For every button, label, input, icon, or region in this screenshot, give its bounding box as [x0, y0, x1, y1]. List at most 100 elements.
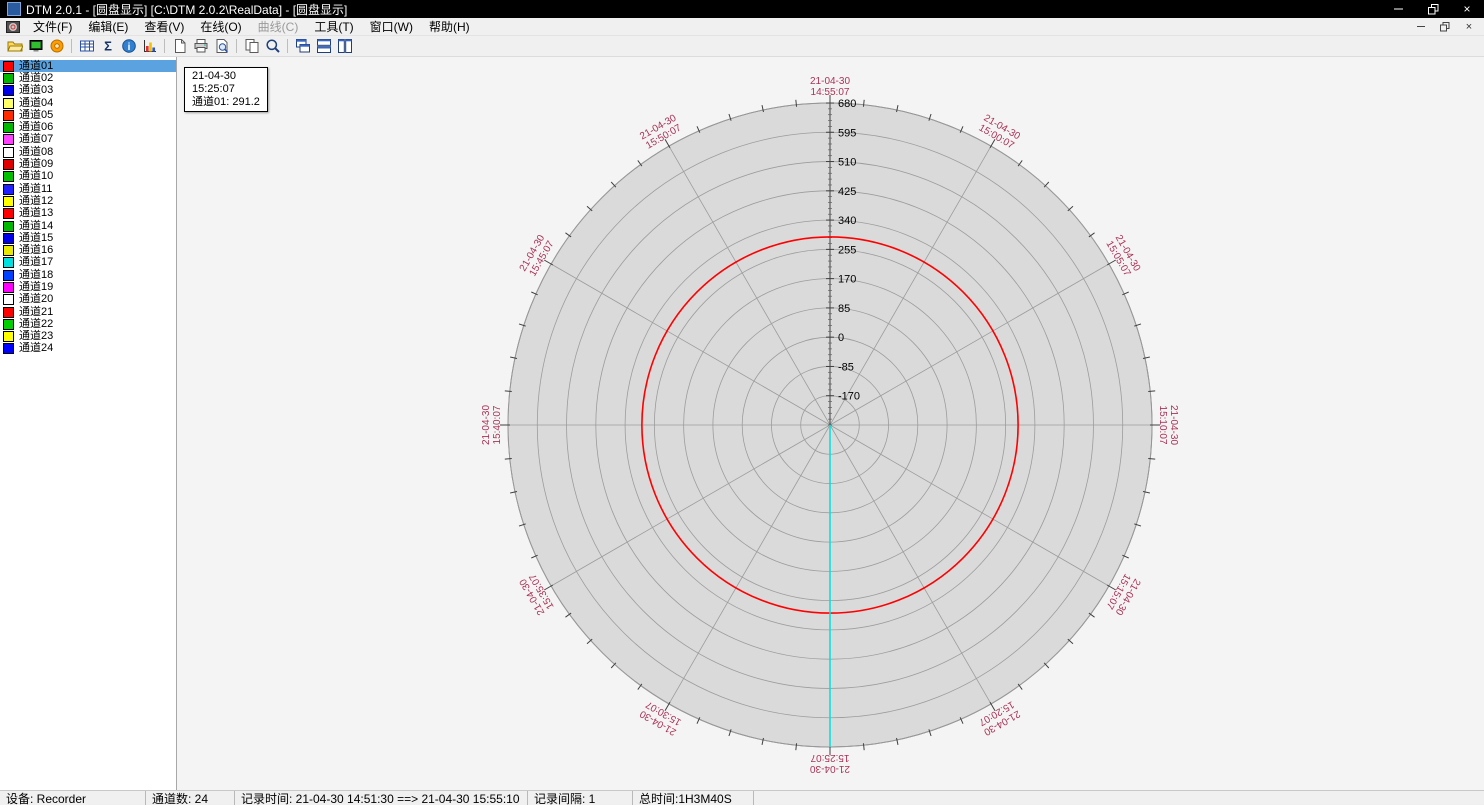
channel-item-12[interactable]: 通道12 — [0, 195, 176, 207]
channel-color-swatch — [3, 319, 14, 330]
channel-label: 通道17 — [19, 257, 53, 268]
status-device: 设备: Recorder — [0, 791, 146, 805]
svg-text:255: 255 — [838, 244, 856, 256]
channel-label: 通道24 — [19, 343, 53, 354]
channel-item-7[interactable]: 通道07 — [0, 134, 176, 146]
svg-text:15:10:07: 15:10:07 — [1157, 406, 1168, 445]
channel-label: 通道15 — [19, 233, 53, 244]
tile-horizontal-icon[interactable] — [313, 37, 334, 55]
svg-text:340: 340 — [838, 215, 856, 227]
channel-item-8[interactable]: 通道08 — [0, 146, 176, 158]
zoom-icon[interactable] — [262, 37, 283, 55]
mdi-restore-icon[interactable] — [1435, 20, 1455, 34]
channel-item-19[interactable]: 通道19 — [0, 281, 176, 293]
channel-item-20[interactable]: 通道20 — [0, 294, 176, 306]
channel-list: 通道01通道02通道03通道04通道05通道06通道07通道08通道09通道10… — [0, 57, 177, 790]
channel-item-24[interactable]: 通道24 — [0, 343, 176, 355]
app-icon — [7, 2, 21, 16]
channel-item-21[interactable]: 通道21 — [0, 306, 176, 318]
menu-item-3[interactable]: 在线(O) — [192, 18, 249, 35]
spoke-time-label: 21-04-3015:25:07 — [810, 752, 850, 774]
channel-color-swatch — [3, 147, 14, 158]
channel-item-4[interactable]: 通道04 — [0, 97, 176, 109]
channel-item-11[interactable]: 通道11 — [0, 183, 176, 195]
tooltip-time: 15:25:07 — [192, 83, 260, 96]
channel-label: 通道16 — [19, 245, 53, 256]
channel-color-swatch — [3, 282, 14, 293]
svg-text:i: i — [127, 42, 130, 53]
tooltip-value: 通道01: 291.2 — [192, 96, 260, 109]
toolbar-separator — [71, 39, 72, 53]
channel-color-swatch — [3, 184, 14, 195]
channel-item-15[interactable]: 通道15 — [0, 232, 176, 244]
channel-label: 通道19 — [19, 282, 53, 293]
channel-item-13[interactable]: 通道13 — [0, 208, 176, 220]
minimize-icon[interactable] — [1382, 0, 1416, 18]
channel-item-10[interactable]: 通道10 — [0, 171, 176, 183]
channel-color-swatch — [3, 257, 14, 268]
document-icon[interactable] — [169, 37, 190, 55]
svg-text:15:25:07: 15:25:07 — [810, 752, 849, 763]
settings-gear-icon[interactable] — [46, 37, 67, 55]
menubar: 文件(F)编辑(E)查看(V)在线(O)曲线(C)工具(T)窗口(W)帮助(H)… — [0, 18, 1484, 36]
channel-item-14[interactable]: 通道14 — [0, 220, 176, 232]
menu-item-0[interactable]: 文件(F) — [25, 18, 80, 35]
mdi-child-icon[interactable] — [6, 21, 20, 33]
chart-area: 680595510425340255170850-85-17021-04-301… — [177, 57, 1484, 790]
channel-color-swatch — [3, 270, 14, 281]
svg-text:21-04-30: 21-04-30 — [810, 76, 850, 87]
channel-color-swatch — [3, 85, 14, 96]
tile-vertical-icon[interactable] — [334, 37, 355, 55]
print-icon[interactable] — [190, 37, 211, 55]
channel-item-6[interactable]: 通道06 — [0, 121, 176, 133]
svg-text:85: 85 — [838, 303, 850, 315]
channel-color-swatch — [3, 245, 14, 256]
channel-item-2[interactable]: 通道02 — [0, 72, 176, 84]
menu-item-7[interactable]: 帮助(H) — [421, 18, 478, 35]
svg-text:0: 0 — [838, 332, 844, 344]
channel-item-22[interactable]: 通道22 — [0, 318, 176, 330]
channel-item-17[interactable]: 通道17 — [0, 257, 176, 269]
statusbar: 设备: Recorder 通道数: 24 记录时间: 21-04-30 14:5… — [0, 790, 1484, 805]
channel-color-swatch — [3, 61, 14, 72]
chart-icon[interactable] — [139, 37, 160, 55]
close-icon[interactable]: × — [1450, 0, 1484, 18]
disc-chart[interactable]: 680595510425340255170850-85-17021-04-301… — [177, 57, 1484, 790]
menu-item-5[interactable]: 工具(T) — [306, 18, 361, 35]
mdi-minimize-icon[interactable] — [1411, 20, 1431, 34]
info-icon[interactable]: i — [118, 37, 139, 55]
channel-label: 通道13 — [19, 208, 53, 219]
channel-color-swatch — [3, 134, 14, 145]
window-controls: × — [1382, 0, 1484, 18]
channel-color-swatch — [3, 294, 14, 305]
channel-label: 通道14 — [19, 221, 53, 232]
channel-item-9[interactable]: 通道09 — [0, 158, 176, 170]
print-preview-icon[interactable] — [211, 37, 232, 55]
svg-text:-85: -85 — [838, 361, 854, 373]
copy-icon[interactable] — [241, 37, 262, 55]
channel-item-5[interactable]: 通道05 — [0, 109, 176, 121]
channel-item-18[interactable]: 通道18 — [0, 269, 176, 281]
window-title: DTM 2.0.1 - [圆盘显示] [C:\DTM 2.0.2\RealDat… — [26, 1, 347, 18]
sigma-icon[interactable]: Σ — [97, 37, 118, 55]
channel-item-3[interactable]: 通道03 — [0, 85, 176, 97]
channel-color-swatch — [3, 221, 14, 232]
channel-label: 通道07 — [19, 134, 53, 145]
mdi-close-icon[interactable]: × — [1459, 20, 1479, 34]
open-folder-icon[interactable] — [4, 37, 25, 55]
table-grid-icon[interactable] — [76, 37, 97, 55]
spoke-time-label: 21-04-3015:40:07 — [481, 405, 503, 445]
channel-item-16[interactable]: 通道16 — [0, 244, 176, 256]
channel-item-1[interactable]: 通道01 — [0, 60, 176, 72]
content: 通道01通道02通道03通道04通道05通道06通道07通道08通道09通道10… — [0, 57, 1484, 790]
menu-item-2[interactable]: 查看(V) — [136, 18, 192, 35]
channel-label: 通道23 — [19, 331, 53, 342]
menu-item-6[interactable]: 窗口(W) — [362, 18, 421, 35]
menu-item-1[interactable]: 编辑(E) — [80, 18, 136, 35]
online-data-icon[interactable] — [25, 37, 46, 55]
cascade-windows-icon[interactable] — [292, 37, 313, 55]
channel-item-23[interactable]: 通道23 — [0, 331, 176, 343]
restore-icon[interactable] — [1416, 0, 1450, 18]
mdi-window-controls: × — [1411, 20, 1484, 34]
channel-color-swatch — [3, 233, 14, 244]
